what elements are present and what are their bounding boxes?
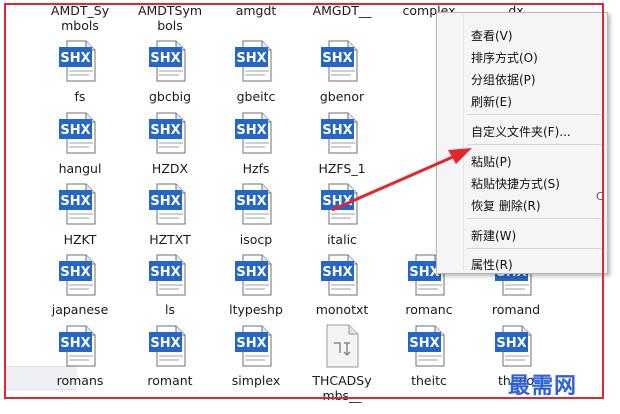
watermark-logo: 最需网 — [508, 373, 578, 399]
annotation-arrow — [331, 148, 472, 212]
arrow-shaft — [331, 154, 456, 212]
explorer-window: AMDT_Sy mbols AMDTSym bols amgdt AMGDT__ compl… — [0, 0, 620, 414]
arrow-head — [448, 148, 472, 164]
